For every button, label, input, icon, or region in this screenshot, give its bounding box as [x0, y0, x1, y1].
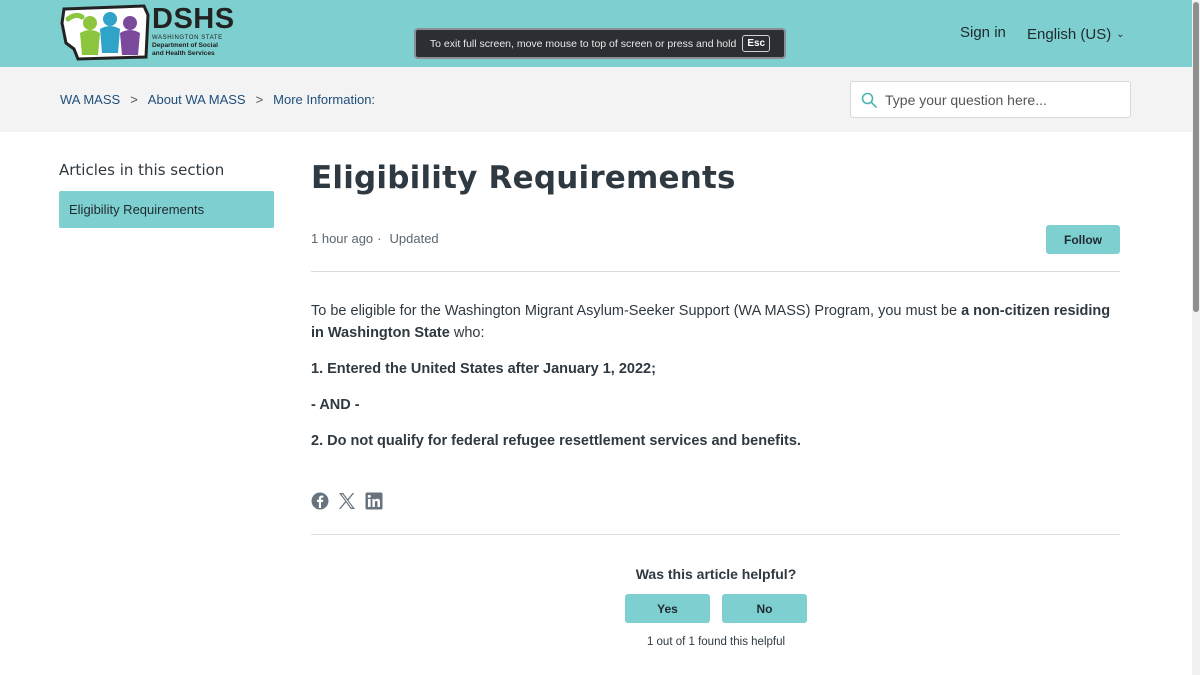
vote-yes-button[interactable]: Yes: [625, 594, 710, 623]
logo-name: DSHS: [152, 3, 235, 35]
scrollbar-thumb[interactable]: [1193, 2, 1199, 312]
search-box: [850, 81, 1131, 118]
language-selector[interactable]: English (US) ⌄: [1027, 26, 1125, 43]
fullscreen-notice: To exit full screen, move mouse to top o…: [414, 28, 786, 59]
breadcrumb-separator: >: [130, 92, 138, 107]
divider: [311, 271, 1120, 272]
breadcrumb-wa-mass[interactable]: WA MASS: [60, 92, 120, 107]
requirement-1-text: 1. Entered the United States after Janua…: [311, 361, 656, 377]
sidebar-title: Articles in this section: [59, 161, 225, 179]
vote-no-button[interactable]: No: [722, 594, 807, 623]
helpful-count: 1 out of 1 found this helpful: [646, 636, 786, 648]
sub-header: WA MASS > About WA MASS > More Informati…: [0, 67, 1192, 132]
language-label: English (US): [1027, 26, 1112, 43]
search-icon: [861, 92, 877, 108]
facebook-icon[interactable]: [311, 492, 329, 510]
chevron-down-icon: ⌄: [1116, 29, 1125, 40]
x-icon[interactable]: [338, 492, 356, 510]
search-input[interactable]: [885, 91, 1125, 108]
logo-line1: WASHINGTON STATE: [152, 35, 223, 41]
intro-paragraph: To be eligible for the Washington Migran…: [311, 300, 1121, 344]
fullscreen-notice-text: To exit full screen, move mouse to top o…: [429, 37, 737, 50]
linkedin-icon[interactable]: [365, 492, 383, 510]
esc-key-badge: Esc: [742, 35, 771, 52]
sign-in-link[interactable]: Sign in: [960, 24, 1006, 41]
breadcrumb-about-wa-mass[interactable]: About WA MASS: [148, 92, 246, 107]
requirement-2: 2. Do not qualify for federal refugee re…: [311, 430, 1121, 452]
share-links: [311, 492, 383, 510]
article-time: 1 hour ago: [311, 231, 374, 246]
intro-text: To be eligible for the Washington Migran…: [311, 303, 962, 319]
sidebar-item-eligibility-requirements[interactable]: Eligibility Requirements: [59, 191, 274, 228]
and-separator: - AND -: [311, 394, 1121, 416]
requirement-2-text: 2. Do not qualify for federal refugee re…: [311, 433, 801, 449]
washington-people-icon: [60, 4, 150, 61]
site-header: DSHS WASHINGTON STATE Department of Soci…: [0, 0, 1192, 67]
logo-line2: Department of Social: [152, 42, 218, 49]
article-body: To be eligible for the Washington Migran…: [311, 300, 1121, 466]
follow-button[interactable]: Follow: [1046, 225, 1120, 254]
breadcrumb-more-information[interactable]: More Information:: [273, 92, 375, 107]
article-status: Updated: [389, 231, 439, 246]
logo-line3: and Health Services: [152, 49, 215, 57]
intro-tail: who:: [449, 325, 485, 341]
helpful-question: Was this article helpful?: [635, 566, 797, 582]
and-text: - AND -: [311, 397, 360, 413]
breadcrumb-separator: >: [255, 92, 264, 107]
breadcrumb: WA MASS > About WA MASS > More Informati…: [60, 92, 375, 107]
logo-text: DSHS WASHINGTON STATE Department of Soci…: [152, 5, 235, 57]
requirement-1: 1. Entered the United States after Janua…: [311, 358, 1121, 380]
divider: [311, 534, 1120, 535]
dshs-logo[interactable]: DSHS WASHINGTON STATE Department of Soci…: [60, 3, 235, 61]
article-meta: 1 hour ago · Updated: [311, 231, 439, 246]
meta-separator: ·: [377, 231, 382, 246]
article-title: Eligibility Requirements: [311, 160, 736, 196]
